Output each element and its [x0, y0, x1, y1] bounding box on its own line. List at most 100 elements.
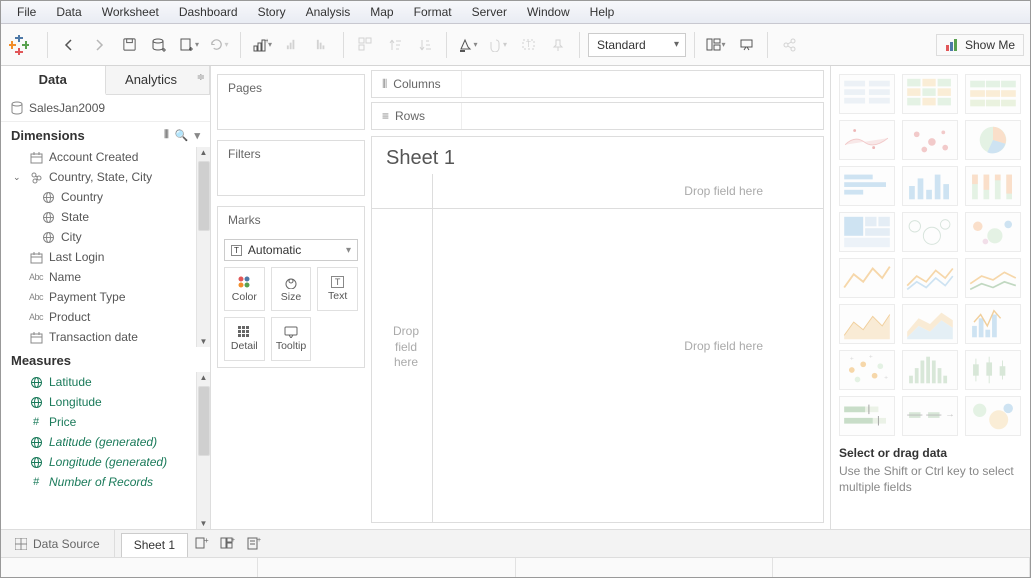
chart-type-thumb[interactable] [902, 350, 958, 390]
group-button[interactable] [352, 32, 378, 58]
menu-format[interactable]: Format [404, 3, 462, 21]
rows-shelf[interactable]: ≡Rows [371, 102, 824, 130]
mark-color[interactable]: Color [224, 267, 265, 311]
measure-field[interactable]: Latitude [1, 372, 210, 392]
new-worksheet-button[interactable]: ▾ [176, 32, 202, 58]
new-worksheet-tab-button[interactable]: + [188, 530, 214, 557]
chart-type-thumb[interactable] [965, 74, 1021, 114]
measures-scrollbar[interactable]: ▲▼ [196, 372, 210, 529]
columns-shelf[interactable]: ⦀Columns [371, 70, 824, 98]
mark-text[interactable]: TText [317, 267, 358, 311]
chart-type-thumb[interactable] [902, 258, 958, 298]
menu-story[interactable]: Story [248, 3, 296, 21]
measure-field[interactable]: Longitude [1, 392, 210, 412]
dimensions-menu-icon[interactable]: ▾ [194, 129, 200, 142]
highlight-button[interactable]: ▾ [455, 32, 481, 58]
swap-button[interactable]: +▾ [249, 32, 275, 58]
menu-file[interactable]: File [7, 3, 46, 21]
dimension-field[interactable]: City [1, 227, 210, 247]
chart-type-thumb[interactable] [839, 212, 895, 252]
save-button[interactable] [116, 32, 142, 58]
tableau-logo-icon[interactable] [7, 33, 31, 57]
chart-type-thumb[interactable] [839, 74, 895, 114]
new-story-tab-button[interactable]: + [240, 530, 266, 557]
tab-data[interactable]: Data [1, 66, 106, 95]
dimension-field[interactable]: Last Login [1, 247, 210, 267]
fit-dropdown[interactable]: Standard [588, 33, 686, 57]
chart-type-thumb[interactable] [902, 120, 958, 160]
filters-shelf[interactable]: Filters [217, 140, 365, 196]
chart-type-thumb[interactable]: +++ [839, 350, 895, 390]
chart-type-thumb[interactable] [839, 258, 895, 298]
menu-window[interactable]: Window [517, 3, 580, 21]
size-icon [284, 275, 298, 289]
sheet-tab-1[interactable]: Sheet 1 [121, 533, 188, 557]
chart-type-thumb[interactable] [965, 258, 1021, 298]
dimension-field[interactable]: Transaction date [1, 327, 210, 347]
tab-analytics[interactable]: Analytics≑ [106, 66, 211, 94]
chart-type-thumb[interactable]: → [902, 396, 958, 436]
sheet-title[interactable]: Sheet 1 [372, 137, 823, 174]
chart-type-thumb[interactable] [902, 166, 958, 206]
search-icon[interactable]: 🔍 [175, 129, 189, 142]
attach-button[interactable]: ▾ [485, 32, 511, 58]
dimension-field[interactable]: State [1, 207, 210, 227]
sort-fields-asc-button[interactable] [382, 32, 408, 58]
dimension-field[interactable]: Country [1, 187, 210, 207]
chart-type-thumb[interactable] [902, 74, 958, 114]
datasource-row[interactable]: SalesJan2009 [1, 95, 210, 122]
measure-field[interactable]: Longitude (generated) [1, 452, 210, 472]
dimension-field[interactable]: Account Created [1, 147, 210, 167]
mark-type-dropdown[interactable]: TAutomatic ▾ [224, 239, 358, 261]
datasource-tab[interactable]: Data Source [1, 530, 115, 557]
measure-field[interactable]: Latitude (generated) [1, 432, 210, 452]
view-canvas[interactable]: Sheet 1 Drop field here Drop field here … [371, 136, 824, 523]
measure-field[interactable]: #Number of Records [1, 472, 210, 492]
measure-field[interactable]: #Price [1, 412, 210, 432]
share-button[interactable] [776, 32, 802, 58]
chart-type-thumb[interactable] [965, 350, 1021, 390]
mark-size[interactable]: Size [271, 267, 312, 311]
chart-type-thumb[interactable] [839, 396, 895, 436]
new-datasource-button[interactable] [146, 32, 172, 58]
menu-help[interactable]: Help [580, 3, 625, 21]
label-button[interactable]: T [515, 32, 541, 58]
chart-type-thumb[interactable] [839, 120, 895, 160]
show-me-button[interactable]: Show Me [936, 34, 1024, 56]
sort-asc-button[interactable] [279, 32, 305, 58]
view-list-icon[interactable]: ⫴ [164, 129, 169, 142]
menu-server[interactable]: Server [462, 3, 517, 21]
chart-type-thumb[interactable] [965, 396, 1021, 436]
forward-button[interactable] [86, 32, 112, 58]
sort-desc-button[interactable] [309, 32, 335, 58]
refresh-button[interactable]: ▾ [206, 32, 232, 58]
dimensions-scrollbar[interactable]: ▲▼ [196, 147, 210, 347]
chart-type-thumb[interactable] [965, 212, 1021, 252]
menu-dashboard[interactable]: Dashboard [169, 3, 248, 21]
dimension-field[interactable]: ⌄Country, State, City [1, 167, 210, 187]
menu-data[interactable]: Data [46, 3, 91, 21]
sort-fields-desc-button[interactable] [412, 32, 438, 58]
mark-tooltip[interactable]: Tooltip [271, 317, 312, 361]
menu-analysis[interactable]: Analysis [296, 3, 361, 21]
menu-worksheet[interactable]: Worksheet [92, 3, 169, 21]
presentation-button[interactable] [733, 32, 759, 58]
dimension-field[interactable]: AbcProduct [1, 307, 210, 327]
chart-type-thumb[interactable] [965, 304, 1021, 344]
menu-map[interactable]: Map [360, 3, 403, 21]
dimension-field[interactable]: AbcPayment Type [1, 287, 210, 307]
mark-detail[interactable]: Detail [224, 317, 265, 361]
chart-type-thumb[interactable] [902, 212, 958, 252]
drop-columns-hint: Drop field here [684, 184, 763, 198]
chart-type-thumb[interactable] [965, 120, 1021, 160]
pin-button[interactable] [545, 32, 571, 58]
chart-type-thumb[interactable] [839, 304, 895, 344]
pages-shelf[interactable]: Pages [217, 74, 365, 130]
chart-type-thumb[interactable] [839, 166, 895, 206]
chart-type-thumb[interactable] [902, 304, 958, 344]
new-dashboard-tab-button[interactable]: + [214, 530, 240, 557]
dimension-field[interactable]: AbcName [1, 267, 210, 287]
chart-type-thumb[interactable] [965, 166, 1021, 206]
back-button[interactable] [56, 32, 82, 58]
cards-toggle-button[interactable]: ▾ [703, 32, 729, 58]
